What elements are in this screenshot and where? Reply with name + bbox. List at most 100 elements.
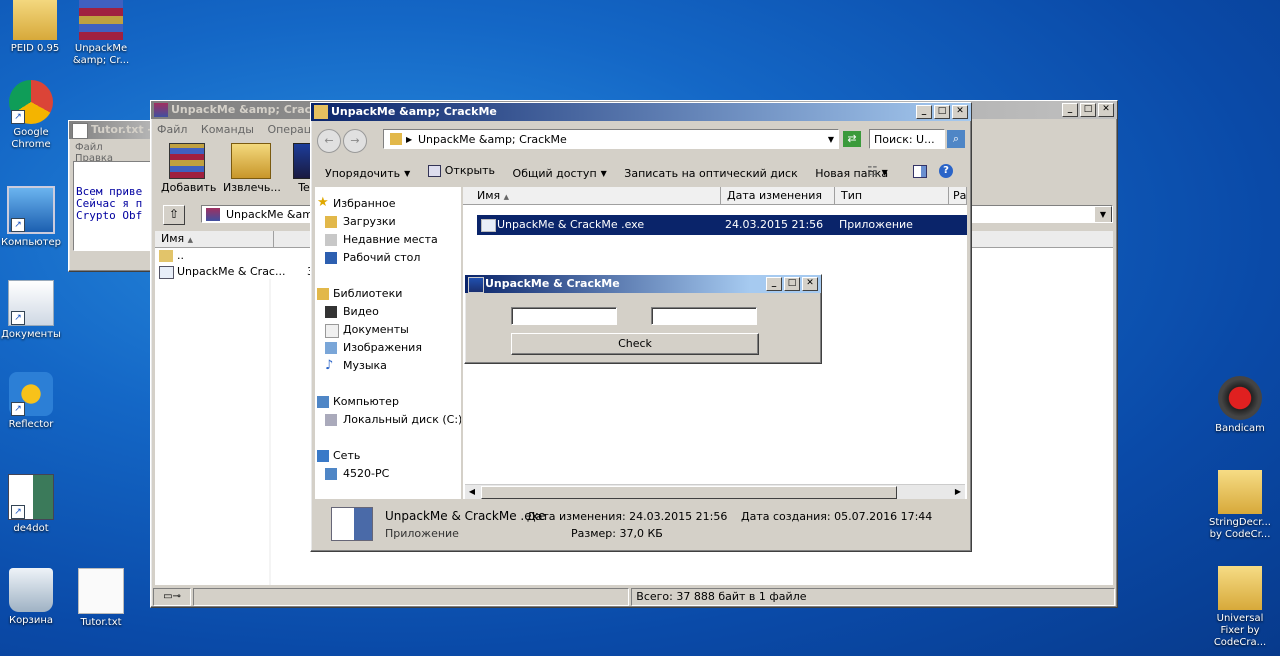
sidebar-item-drive[interactable]: Локальный диск (C:) (315, 411, 461, 429)
navigation-pane[interactable]: ★ Избранное Загрузки Недавние места Рабочий … (315, 187, 461, 499)
winrar-close-button[interactable]: ✕ (1098, 103, 1114, 117)
pc-icon (325, 468, 337, 480)
explorer-title: UnpackMe &amp; CrackMe (331, 105, 497, 118)
sidebar-item-recent-places[interactable]: Недавние места (315, 231, 461, 249)
file-row[interactable]: UnpackMe & CrackMe .exe 24.03.2015 21:56… (477, 215, 967, 235)
explorer-maximize-button[interactable]: □ (934, 105, 950, 119)
horizontal-scrollbar[interactable]: ◀ ▶ (465, 484, 965, 499)
winrar-statusbar: ▭⊸ Всего: 37 888 байт в 1 файле (153, 588, 1115, 606)
serial-input[interactable] (651, 307, 757, 325)
sidebar-label: Видео (343, 305, 379, 318)
details-size: 37,0 КБ (619, 527, 663, 540)
winrar-maximize-button[interactable]: □ (1080, 103, 1096, 117)
exe-file-icon (481, 219, 496, 232)
pictures-icon (325, 342, 337, 354)
sidebar-item-pc[interactable]: 4520-PC (315, 465, 461, 483)
details-modified-label: Дата изменения: (527, 510, 626, 523)
breadcrumb-arrow-icon: ▶ (406, 135, 413, 144)
sidebar-label: Локальный диск (C:) (343, 413, 461, 426)
sidebar-item-documents[interactable]: Документы (315, 321, 461, 339)
desktop-icon-de4dot[interactable]: ↗ de4dot (0, 474, 66, 535)
sidebar-label: Библиотеки (333, 287, 403, 300)
sidebar-item-music[interactable]: ♪ Музыка (315, 357, 461, 375)
back-button[interactable]: ← (317, 129, 341, 153)
desktop-icon-reflector[interactable]: ↗ Reflector (0, 372, 66, 431)
help-icon[interactable]: ? (939, 164, 953, 178)
share-button[interactable]: Общий доступ ▼ (513, 162, 607, 186)
winrar-extract-button[interactable]: Извлечь... (223, 143, 281, 199)
desktop-icon-bandicam[interactable]: Bandicam (1204, 376, 1276, 435)
scroll-left-icon[interactable]: ◀ (465, 485, 479, 499)
chevron-down-icon[interactable]: ▼ (828, 130, 834, 150)
documents-icon (325, 324, 339, 338)
winrar-col-name[interactable]: Имя ▲ (155, 231, 274, 247)
winrar-minimize-button[interactable]: _ (1062, 103, 1078, 117)
check-button[interactable]: Check (511, 333, 759, 355)
organize-button[interactable]: Упорядочить ▼ (325, 162, 410, 186)
sidebar-item-desktop[interactable]: Рабочий стол (315, 249, 461, 267)
sidebar-label: Изображения (343, 341, 422, 354)
preview-pane-icon[interactable] (913, 165, 927, 178)
desktop-icon-folder[interactable]: PEID 0.95 (0, 0, 70, 55)
winrar-menu-file[interactable]: Файл (157, 123, 187, 136)
explorer-close-button[interactable]: ✕ (952, 105, 968, 119)
desktop-icon-universal[interactable]: Universal Fixer by CodeCra... (1204, 566, 1276, 649)
crackme-close-button[interactable]: ✕ (802, 277, 818, 291)
address-bar[interactable]: ▶ UnpackMe &amp; CrackMe ▼ (383, 129, 839, 149)
desktop-icon-documents[interactable]: ↗ Документы (0, 280, 66, 341)
folder-up-icon (159, 250, 173, 262)
desktop-icon-chrome[interactable]: ↗ Google Chrome (0, 80, 66, 151)
sidebar-item-computer[interactable]: Компьютер (315, 393, 461, 411)
bandicam-icon (1218, 376, 1262, 420)
crackme-window[interactable]: UnpackMe & CrackMe _ □ ✕ Check (464, 274, 822, 364)
winrar-up-button[interactable]: ⇧ (163, 205, 185, 225)
crackme-titlebar[interactable]: UnpackMe & CrackMe _ □ ✕ (465, 275, 821, 293)
burn-button[interactable]: Записать на оптический диск (624, 162, 797, 186)
search-input[interactable]: Поиск: U... (869, 129, 945, 149)
crackme-maximize-button[interactable]: □ (784, 277, 800, 291)
lock-icon: ▭⊸ (153, 588, 191, 606)
scroll-right-icon[interactable]: ▶ (951, 485, 965, 499)
scrollbar-thumb[interactable] (481, 486, 897, 499)
refresh-icon[interactable]: ⇄ (843, 131, 861, 147)
desktop-icon-stringdecr[interactable]: StringDecr... by CodeCr... (1204, 470, 1276, 541)
forward-button[interactable]: → (343, 129, 367, 153)
explorer-minimize-button[interactable]: _ (916, 105, 932, 119)
libraries-icon (317, 288, 329, 300)
sidebar-item-pictures[interactable]: Изображения (315, 339, 461, 357)
col-size[interactable]: Раз (949, 187, 967, 205)
winrar-menu-commands[interactable]: Команды (201, 123, 254, 136)
open-button[interactable]: Открыть (427, 159, 495, 183)
sidebar-item-libraries[interactable]: Библиотеки (315, 285, 461, 303)
desktop-icon-text-file[interactable]: Tutor.txt (66, 568, 136, 629)
col-type[interactable]: Тип (835, 187, 949, 205)
notepad-menu-file[interactable]: Файл (75, 142, 103, 153)
sidebar-item-downloads[interactable]: Загрузки (315, 213, 461, 231)
exe-large-icon (331, 507, 373, 541)
name-input[interactable] (511, 307, 617, 325)
explorer-navbar: ← → ▶ UnpackMe &amp; CrackMe ▼ ⇄ Поиск: … (315, 125, 967, 155)
desktop-icon-winrar-archive[interactable]: UnpackMe &amp; Cr... (66, 0, 136, 67)
details-size-label: Размер: (571, 527, 616, 540)
sidebar-label: Документы (343, 323, 409, 336)
sidebar-label: Сеть (333, 449, 361, 462)
shortcut-arrow-icon: ↗ (11, 218, 25, 232)
music-icon: ♪ (325, 358, 334, 373)
explorer-titlebar[interactable]: UnpackMe &amp; CrackMe _ □ ✕ (311, 103, 971, 121)
sidebar-item-star[interactable]: ★ Избранное (315, 195, 461, 213)
winrar-add-button[interactable]: Добавить (161, 143, 216, 199)
chevron-down-icon[interactable]: ▼ (1094, 206, 1112, 222)
col-date[interactable]: Дата изменения (721, 187, 835, 205)
desktop-icon-computer[interactable]: ↗ Компьютер (0, 186, 66, 249)
desktop-icon-recycle-bin[interactable]: Корзина (0, 568, 66, 627)
search-icon[interactable]: ⌕ (947, 130, 965, 148)
sidebar-item-video[interactable]: Видео (315, 303, 461, 321)
col-name[interactable]: Имя ▲ (463, 187, 721, 205)
sidebar-item-network[interactable]: Сеть (315, 447, 461, 465)
video-icon (325, 306, 337, 318)
shortcut-arrow-icon: ↗ (11, 311, 25, 325)
view-options-icon[interactable]: ☷ ▼ (867, 159, 888, 185)
crackme-minimize-button[interactable]: _ (766, 277, 782, 291)
